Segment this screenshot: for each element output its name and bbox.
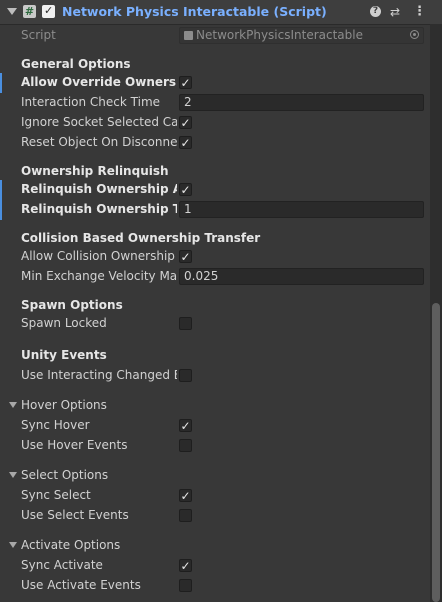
sync-activate-row[interactable]: Sync Activate ✓ bbox=[0, 556, 430, 576]
use-hover-events-label: Use Hover Events bbox=[21, 438, 128, 452]
reset-object-row[interactable]: Reset Object On Disconnect ✓ bbox=[0, 133, 430, 153]
activate-options-foldout[interactable]: Activate Options bbox=[0, 536, 430, 556]
modified-indicator bbox=[0, 180, 2, 200]
select-options-label: Select Options bbox=[21, 468, 109, 482]
sync-hover-row[interactable]: Sync Hover ✓ bbox=[0, 416, 430, 436]
reset-object-label: Reset Object On Disconnect bbox=[21, 135, 177, 149]
allow-collision-checkbox[interactable]: ✓ bbox=[179, 250, 192, 263]
sync-select-checkbox[interactable]: ✓ bbox=[179, 489, 192, 502]
ignore-socket-checkbox[interactable]: ✓ bbox=[179, 116, 192, 129]
modified-indicator bbox=[0, 73, 2, 93]
min-velocity-field[interactable]: 0.025 bbox=[179, 268, 424, 285]
foldout-arrow-icon[interactable] bbox=[9, 542, 17, 548]
sync-activate-label: Sync Activate bbox=[21, 558, 103, 572]
use-activate-events-checkbox[interactable] bbox=[179, 579, 192, 592]
interaction-check-field[interactable]: 2 bbox=[179, 94, 424, 111]
script-icon: # bbox=[23, 5, 36, 18]
help-icon[interactable]: ? bbox=[370, 6, 381, 17]
use-interacting-checkbox[interactable] bbox=[179, 369, 192, 382]
sync-hover-checkbox[interactable]: ✓ bbox=[179, 419, 192, 432]
relinquish-after-row[interactable]: Relinquish Ownership After ✓ bbox=[0, 180, 430, 200]
scrollbar-thumb[interactable] bbox=[432, 303, 440, 602]
allow-collision-label: Allow Collision Ownership E bbox=[21, 249, 177, 263]
ownership-relinquish-header: Ownership Relinquish bbox=[21, 164, 169, 178]
select-options-foldout[interactable]: Select Options bbox=[0, 466, 430, 486]
unity-events-header: Unity Events bbox=[21, 348, 107, 362]
spawn-options-header: Spawn Options bbox=[21, 298, 123, 312]
relinquish-after-label: Relinquish Ownership After bbox=[21, 182, 177, 196]
allow-override-label: Allow Override Ownership bbox=[21, 75, 177, 89]
use-interacting-row[interactable]: Use Interacting Changed Ev bbox=[0, 366, 430, 386]
use-activate-events-label: Use Activate Events bbox=[21, 578, 141, 592]
use-hover-events-row[interactable]: Use Hover Events bbox=[0, 436, 430, 456]
interaction-check-label: Interaction Check Time bbox=[21, 95, 161, 109]
foldout-arrow-icon[interactable] bbox=[9, 402, 17, 408]
allow-collision-row[interactable]: Allow Collision Ownership E ✓ bbox=[0, 247, 430, 267]
collision-header: Collision Based Ownership Transfer bbox=[21, 231, 261, 245]
use-select-events-checkbox[interactable] bbox=[179, 509, 192, 522]
allow-override-row[interactable]: Allow Override Ownership ✓ bbox=[0, 73, 430, 93]
sync-select-row[interactable]: Sync Select ✓ bbox=[0, 486, 430, 506]
script-field[interactable]: NetworkPhysicsInteractable bbox=[179, 27, 424, 44]
component-title: Network Physics Interactable (Script) bbox=[62, 4, 327, 19]
foldout-arrow-icon[interactable] bbox=[7, 8, 17, 15]
use-activate-events-row[interactable]: Use Activate Events bbox=[0, 576, 430, 596]
hover-options-label: Hover Options bbox=[21, 398, 107, 412]
use-select-events-row[interactable]: Use Select Events bbox=[0, 506, 430, 526]
relinquish-time-field[interactable]: 1 bbox=[179, 201, 424, 218]
spawn-locked-row[interactable]: Spawn Locked bbox=[0, 314, 430, 334]
modified-indicator bbox=[0, 200, 2, 220]
checkmark-icon: ✓ bbox=[44, 4, 54, 17]
use-hover-events-checkbox[interactable] bbox=[179, 439, 192, 452]
foldout-arrow-icon[interactable] bbox=[9, 472, 17, 478]
sync-hover-label: Sync Hover bbox=[21, 418, 90, 432]
relinquish-time-row: Relinquish Ownership Time 1 bbox=[0, 200, 430, 220]
spawn-locked-checkbox[interactable] bbox=[179, 317, 192, 330]
general-options-header: General Options bbox=[21, 57, 131, 71]
ignore-socket-row[interactable]: Ignore Socket Selected Call ✓ bbox=[0, 113, 430, 133]
component-header[interactable]: # ✓ Network Physics Interactable (Script… bbox=[0, 0, 442, 25]
ignore-socket-label: Ignore Socket Selected Call bbox=[21, 115, 177, 129]
enabled-checkbox[interactable]: ✓ bbox=[42, 4, 55, 18]
script-asset-icon bbox=[184, 31, 193, 40]
hover-options-foldout[interactable]: Hover Options bbox=[0, 396, 430, 416]
script-value: NetworkPhysicsInteractable bbox=[196, 28, 363, 42]
script-row: Script NetworkPhysicsInteractable bbox=[0, 26, 430, 46]
activate-options-label: Activate Options bbox=[21, 538, 121, 552]
allow-override-checkbox[interactable]: ✓ bbox=[179, 76, 192, 89]
interaction-check-row: Interaction Check Time 2 bbox=[0, 93, 430, 113]
sync-select-label: Sync Select bbox=[21, 488, 91, 502]
sync-activate-checkbox[interactable]: ✓ bbox=[179, 559, 192, 572]
min-velocity-row: Min Exchange Velocity Magi 0.025 bbox=[0, 267, 430, 287]
use-select-events-label: Use Select Events bbox=[21, 508, 129, 522]
min-velocity-label: Min Exchange Velocity Magi bbox=[21, 269, 177, 283]
use-interacting-label: Use Interacting Changed Ev bbox=[21, 368, 177, 382]
more-icon[interactable]: ⋮ bbox=[413, 4, 426, 19]
script-label: Script bbox=[21, 28, 56, 42]
preset-icon[interactable]: ⇄ bbox=[390, 5, 400, 19]
spawn-locked-label: Spawn Locked bbox=[21, 316, 107, 330]
relinquish-time-label: Relinquish Ownership Time bbox=[21, 202, 177, 216]
object-picker-icon[interactable] bbox=[410, 30, 419, 39]
reset-object-checkbox[interactable]: ✓ bbox=[179, 136, 192, 149]
relinquish-after-checkbox[interactable]: ✓ bbox=[179, 183, 192, 196]
